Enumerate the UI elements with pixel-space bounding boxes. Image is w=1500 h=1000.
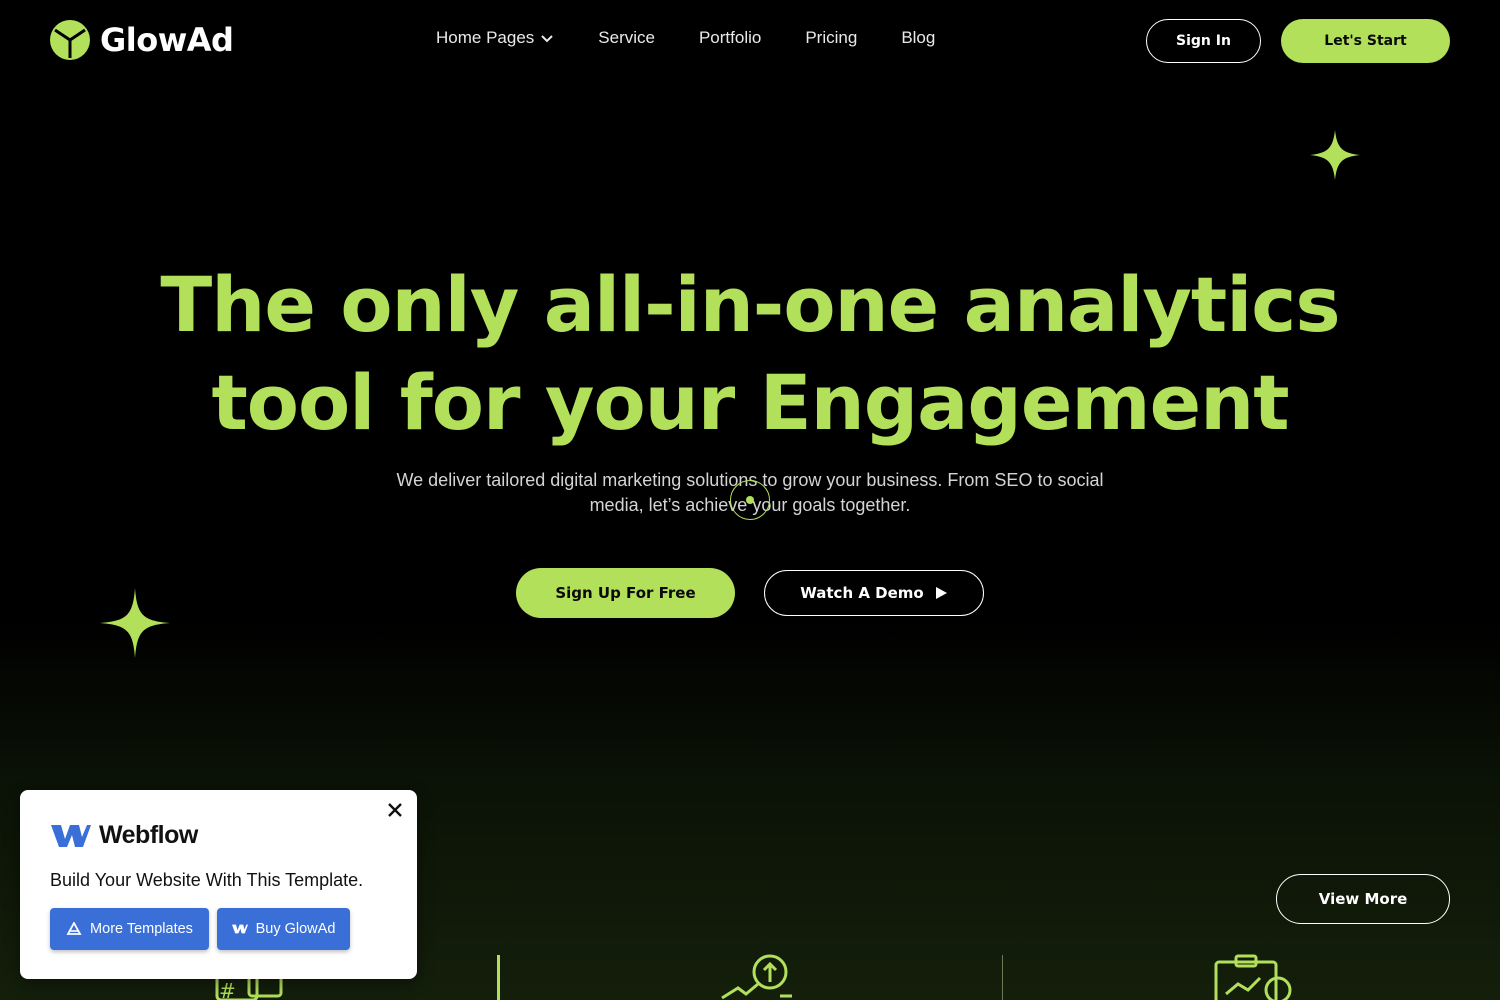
nav-service-label: Service (598, 28, 655, 47)
sparkle-star-icon (100, 588, 170, 658)
watch-demo-label: Watch A Demo (800, 584, 924, 602)
nav-home-pages-label: Home Pages (436, 28, 535, 47)
nav-pricing-label: Pricing (805, 28, 858, 47)
sign-up-free-button[interactable]: Sign Up For Free (516, 568, 735, 618)
more-templates-label: More Templates (90, 921, 193, 937)
hero-title: The only all-in-one analytics tool for y… (100, 256, 1400, 452)
nav-blog-label: Blog (901, 28, 936, 47)
main-menu: Home Pages Service Portfolio Pricing Blo… (436, 28, 979, 48)
play-icon (935, 587, 947, 599)
section-divider (1002, 955, 1003, 1000)
nav-service[interactable]: Service (598, 28, 655, 48)
buy-glowad-label: Buy GlowAd (255, 921, 336, 937)
view-more-button[interactable]: View More (1276, 874, 1450, 924)
templates-icon (66, 922, 82, 935)
growth-arrow-icon (721, 954, 792, 1000)
lets-start-button[interactable]: Let's Start (1281, 19, 1450, 63)
chevron-down-icon (541, 35, 553, 43)
webflow-logo: Webflow (51, 821, 198, 850)
brand-logo-link[interactable]: GlowAd (50, 20, 234, 60)
nav-portfolio-label: Portfolio (698, 28, 762, 47)
nav-blog[interactable]: Blog (901, 28, 935, 48)
sign-in-button[interactable]: Sign In (1146, 19, 1261, 63)
webflow-promo-message: Build Your Website With This Template. (50, 870, 364, 890)
hero-title-line: tool for your Engagement (211, 358, 1289, 447)
buy-glowad-button[interactable]: Buy GlowAd (217, 908, 350, 950)
sparkle-star-icon (1310, 130, 1360, 180)
webflow-promo-popup: Webflow Build Your Website With This Tem… (20, 790, 417, 979)
watch-demo-button[interactable]: Watch A Demo (764, 570, 984, 616)
close-icon[interactable] (387, 802, 403, 818)
webflow-icon (231, 924, 248, 934)
svg-text:#: # (219, 979, 236, 1000)
webflow-logo-text: Webflow (99, 821, 198, 849)
more-templates-button[interactable]: More Templates (50, 908, 209, 950)
section-divider (497, 955, 500, 1000)
custom-cursor-dot (746, 496, 754, 504)
brand-name: GlowAd (100, 21, 234, 59)
nav-portfolio[interactable]: Portfolio (699, 28, 761, 48)
nav-pricing[interactable]: Pricing (805, 28, 857, 48)
glowad-logo-icon (50, 20, 90, 60)
hero-title-line: The only all-in-one analytics (160, 260, 1340, 349)
analytics-report-icon (1214, 954, 1292, 1000)
nav-home-pages[interactable]: Home Pages (436, 28, 554, 48)
webflow-logo-icon (51, 824, 91, 847)
top-navbar: GlowAd Home Pages Service Portfolio Pric… (0, 0, 1500, 82)
